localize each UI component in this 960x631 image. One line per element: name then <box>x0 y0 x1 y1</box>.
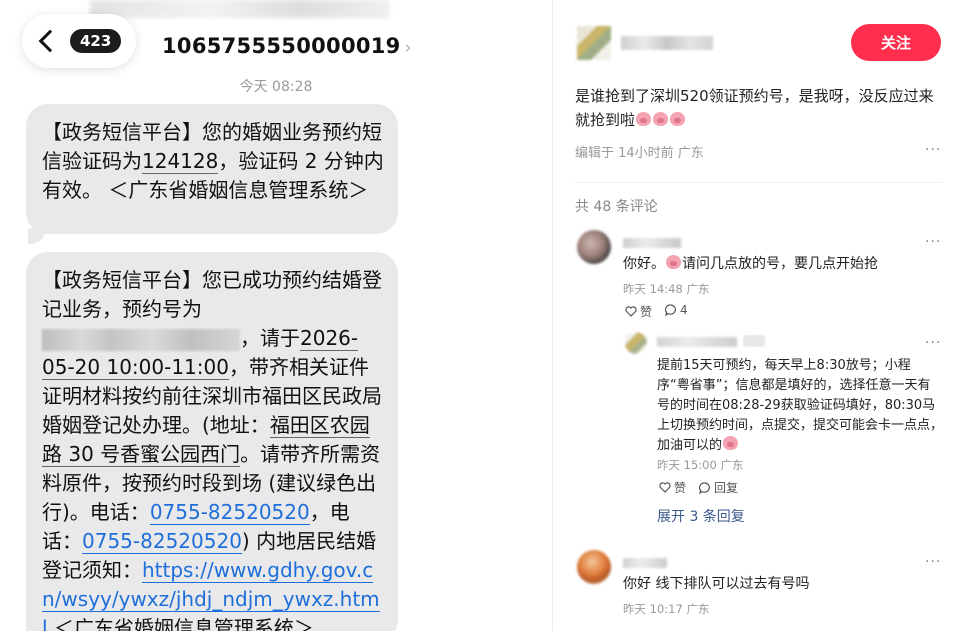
reply-more-icon[interactable]: ··· <box>925 335 941 351</box>
post-edit-meta: 编辑于 14小时前 广东 <box>575 146 704 161</box>
blurred-previous-message <box>90 0 390 18</box>
phone-link-1[interactable]: 0755-82520520 <box>149 500 310 525</box>
comment-more-icon[interactable]: ··· <box>925 554 941 570</box>
follow-button[interactable]: 关注 <box>851 24 941 61</box>
back-button[interactable]: 423 <box>22 14 136 68</box>
message-text: 【政务短信平台】您已成功预约结婚登记业务，预约号为 <box>42 268 382 321</box>
message-timestamp: 今天 08:28 <box>239 79 313 95</box>
author-name-blurred[interactable] <box>621 36 713 50</box>
reply-button[interactable]: 4 <box>665 303 688 317</box>
chevron-left-icon <box>38 29 62 53</box>
reply-text-part: 提前15天可预约，每天早上8:30放号；小程序“粤省事”；信息都是填好的，选择任… <box>657 358 944 453</box>
pig-emoji-icon <box>666 255 681 269</box>
divider <box>575 182 943 183</box>
post-content-text: 是谁抢到了深圳520领证预约号，是我呀，没反应过来就抢到啦 <box>575 87 934 129</box>
commenter-avatar[interactable] <box>577 230 611 264</box>
message-text: ，请于 <box>240 326 300 350</box>
pig-emoji-icon <box>653 112 669 126</box>
expand-replies-link[interactable]: 展开 3 条回复 <box>657 506 745 526</box>
comment-meta: 昨天 10:17 广东 <box>623 602 710 616</box>
bubble-tail <box>28 228 46 244</box>
commenter-name-blurred[interactable] <box>623 558 667 568</box>
sender-number-text: 1065755550000019 <box>162 34 401 58</box>
comment-text: 你好 线下排队可以过去有号吗 <box>623 576 810 592</box>
sms-screenshot: 423 1065755550000019 › 今天 08:28 【政务短信平台】您… <box>0 0 552 631</box>
replier-avatar[interactable] <box>625 332 647 354</box>
author-avatar[interactable] <box>577 26 611 60</box>
unread-badge: 423 <box>70 29 122 53</box>
comment-text: 你好。 请问几点放的号，要几点开始抢 <box>623 254 878 275</box>
post-panel: 关注 是谁抢到了深圳520领证预约号，是我呀，没反应过来就抢到啦 编辑于 14小… <box>553 0 960 631</box>
pig-emoji-icon <box>723 436 739 450</box>
comment-bubble-icon <box>699 481 711 494</box>
like-label: 赞 <box>640 305 653 319</box>
sms-bubble-verification: 【政务短信平台】您的婚姻业务预约短信验证码为124128，验证码 2 分钟内有效… <box>26 104 398 234</box>
commenter-name-blurred[interactable] <box>623 238 681 248</box>
pig-emoji-icon <box>670 112 686 126</box>
like-button[interactable]: 赞 <box>625 303 652 320</box>
sms-bubble-appointment: 【政务短信平台】您已成功预约结婚登记业务，预约号为 ，请于2026-05-20 … <box>26 252 398 631</box>
comment-bubble-icon <box>665 304 677 316</box>
comment-text-part: 你好。 <box>623 256 665 272</box>
message-text: ＜广东省婚姻信息管理系统＞ <box>47 616 314 631</box>
reply-like-button[interactable]: 赞 <box>659 479 686 496</box>
sender-number[interactable]: 1065755550000019 › <box>162 34 412 58</box>
heart-icon <box>625 306 637 317</box>
comment-meta: 昨天 14:48 广东 <box>623 282 710 296</box>
comment-text-part: 请问几点放的号，要几点开始抢 <box>682 256 878 272</box>
reply-meta: 昨天 15:00 广东 <box>657 458 744 472</box>
reply-text: 提前15天可预约，每天早上8:30放号；小程序“粤省事”；信息都是填好的，选择任… <box>657 356 943 456</box>
heart-icon <box>659 482 671 493</box>
comment-more-icon[interactable]: ··· <box>925 234 941 250</box>
reply-label: 回复 <box>714 481 739 495</box>
post-content: 是谁抢到了深圳520领证预约号，是我呀，没反应过来就抢到啦 <box>575 84 945 132</box>
redacted-appointment-number <box>42 328 240 351</box>
comment-count: 共 48 条评论 <box>575 199 658 215</box>
author-tag <box>743 335 765 347</box>
reply-count: 4 <box>680 303 688 317</box>
replier-name-blurred[interactable] <box>657 337 737 347</box>
like-label: 赞 <box>674 481 687 495</box>
pig-emoji-icon <box>636 112 652 126</box>
chevron-right-icon: › <box>404 38 412 58</box>
phone-link-2[interactable]: 0755-82520520 <box>82 529 242 554</box>
reply-reply-button[interactable]: 回复 <box>699 479 738 496</box>
commenter-avatar[interactable] <box>577 550 611 584</box>
more-options-icon[interactable]: ··· <box>925 142 941 158</box>
verification-code[interactable]: 124128 <box>142 149 219 174</box>
